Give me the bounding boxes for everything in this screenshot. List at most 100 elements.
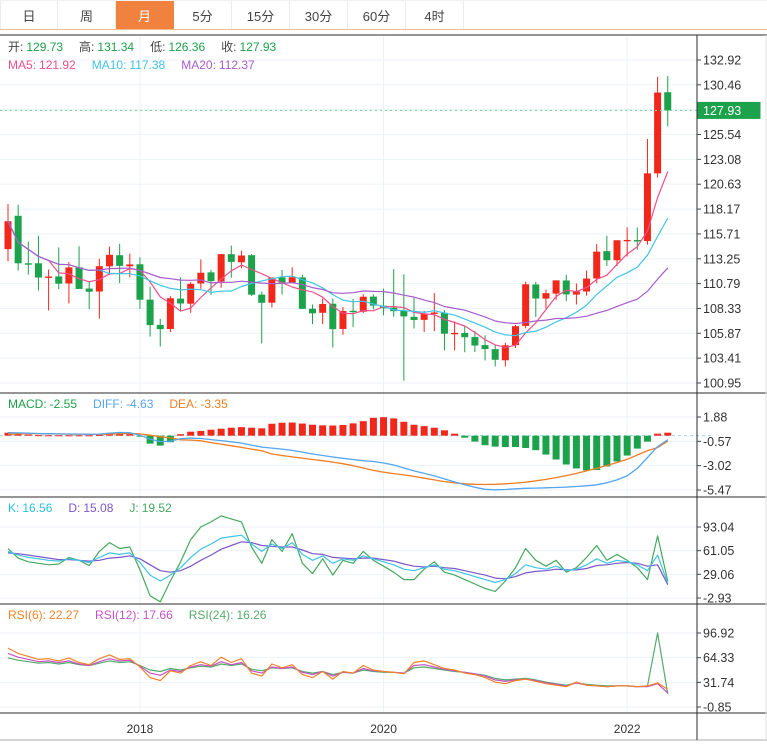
candle[interactable] <box>86 289 93 292</box>
candle[interactable] <box>431 312 438 313</box>
macd-bar <box>126 434 133 436</box>
macd-bar <box>248 428 255 436</box>
rsi6-line <box>8 648 668 689</box>
candle[interactable] <box>228 254 235 262</box>
macd-bar <box>411 425 418 436</box>
candle[interactable] <box>492 349 499 360</box>
candle[interactable] <box>147 300 154 325</box>
candle[interactable] <box>208 272 215 281</box>
macd-bar <box>421 426 428 436</box>
svg-text:127.93: 127.93 <box>703 104 741 118</box>
svg-text:2022: 2022 <box>614 722 641 736</box>
candle[interactable] <box>522 284 529 326</box>
svg-text:-0.85: -0.85 <box>703 701 732 715</box>
candle[interactable] <box>614 240 621 260</box>
tab-day[interactable]: 日 <box>0 1 58 29</box>
macd-bar <box>187 432 194 436</box>
tab-week[interactable]: 周 <box>58 1 116 29</box>
svg-text:29.06: 29.06 <box>703 568 734 582</box>
macd-bar <box>228 428 235 436</box>
macd-bar <box>177 434 184 435</box>
candle[interactable] <box>542 293 549 298</box>
macd-bar <box>512 436 519 447</box>
candle[interactable] <box>593 252 600 279</box>
macd-bar <box>461 436 468 438</box>
candle[interactable] <box>482 345 489 349</box>
candle[interactable] <box>350 311 357 312</box>
tab-30min[interactable]: 30分 <box>290 1 348 29</box>
candle[interactable] <box>55 276 62 283</box>
candle[interactable] <box>197 273 204 284</box>
candle[interactable] <box>157 325 164 329</box>
macd-bar <box>86 435 93 436</box>
kdj-lines <box>8 516 668 602</box>
svg-text:103.41: 103.41 <box>703 352 741 366</box>
candle[interactable] <box>268 278 275 303</box>
candle[interactable] <box>319 304 326 313</box>
d-line <box>8 542 668 585</box>
candle[interactable] <box>126 264 133 266</box>
tab-month[interactable]: 月 <box>116 1 174 29</box>
candle[interactable] <box>238 255 245 262</box>
svg-text:31.74: 31.74 <box>703 676 734 690</box>
macd-bar <box>218 429 225 436</box>
macd-bar <box>238 427 245 436</box>
candle[interactable] <box>471 337 478 345</box>
candle[interactable] <box>177 299 184 304</box>
tab-4hour[interactable]: 4时 <box>406 1 464 29</box>
macd-bar <box>279 423 286 436</box>
tab-60min[interactable]: 60分 <box>348 1 406 29</box>
candle[interactable] <box>248 255 255 295</box>
candle[interactable] <box>360 297 367 312</box>
candle[interactable] <box>411 317 418 320</box>
macd-bar <box>197 431 204 436</box>
svg-text:130.46: 130.46 <box>703 78 741 92</box>
macd-bar <box>339 425 346 436</box>
macd-bar <box>45 435 52 436</box>
macd-bar <box>492 436 499 447</box>
candle[interactable] <box>451 333 458 334</box>
candle[interactable] <box>35 263 42 277</box>
svg-text:105.87: 105.87 <box>703 327 741 341</box>
candle[interactable] <box>654 93 661 174</box>
candle[interactable] <box>532 284 539 298</box>
candle[interactable] <box>15 216 22 263</box>
candle[interactable] <box>299 277 306 308</box>
macd-bar <box>614 436 621 462</box>
candle[interactable] <box>106 255 113 267</box>
tab-15min[interactable]: 15分 <box>232 1 290 29</box>
svg-text:125.54: 125.54 <box>703 128 741 142</box>
tab-5min[interactable]: 5分 <box>174 1 232 29</box>
macd-bar <box>522 436 529 448</box>
candle[interactable] <box>603 251 610 260</box>
svg-text:110.79: 110.79 <box>703 277 740 291</box>
candle[interactable] <box>187 284 194 304</box>
macd-bar <box>542 436 549 455</box>
grid-lines <box>0 35 697 713</box>
candle[interactable] <box>634 240 641 241</box>
candle[interactable] <box>45 277 52 278</box>
candle[interactable] <box>664 92 671 110</box>
candle[interactable] <box>116 255 123 266</box>
y-axis-labels: 132.92130.46128.00125.54123.08120.63118.… <box>697 54 741 715</box>
x-axis-labels: 201820202022 <box>127 722 641 736</box>
chart-canvas[interactable]: 132.92130.46128.00125.54123.08120.63118.… <box>0 0 767 753</box>
candle[interactable] <box>624 240 631 241</box>
macd-bar <box>289 423 296 436</box>
candle[interactable] <box>553 280 560 293</box>
candle[interactable] <box>461 333 468 337</box>
candle[interactable] <box>441 313 448 334</box>
candle[interactable] <box>289 277 296 282</box>
candle[interactable] <box>258 295 265 303</box>
svg-text:93.04: 93.04 <box>703 521 734 535</box>
candle[interactable] <box>400 311 407 317</box>
candle[interactable] <box>309 309 316 314</box>
macd-bar <box>644 436 651 442</box>
candle[interactable] <box>25 263 32 264</box>
macd-bar <box>360 421 367 436</box>
svg-text:61.05: 61.05 <box>703 544 734 558</box>
macd-bar <box>319 425 326 435</box>
macd-bar <box>431 428 438 436</box>
macd-bar <box>208 430 215 436</box>
price-badge: 127.93 <box>698 102 761 119</box>
